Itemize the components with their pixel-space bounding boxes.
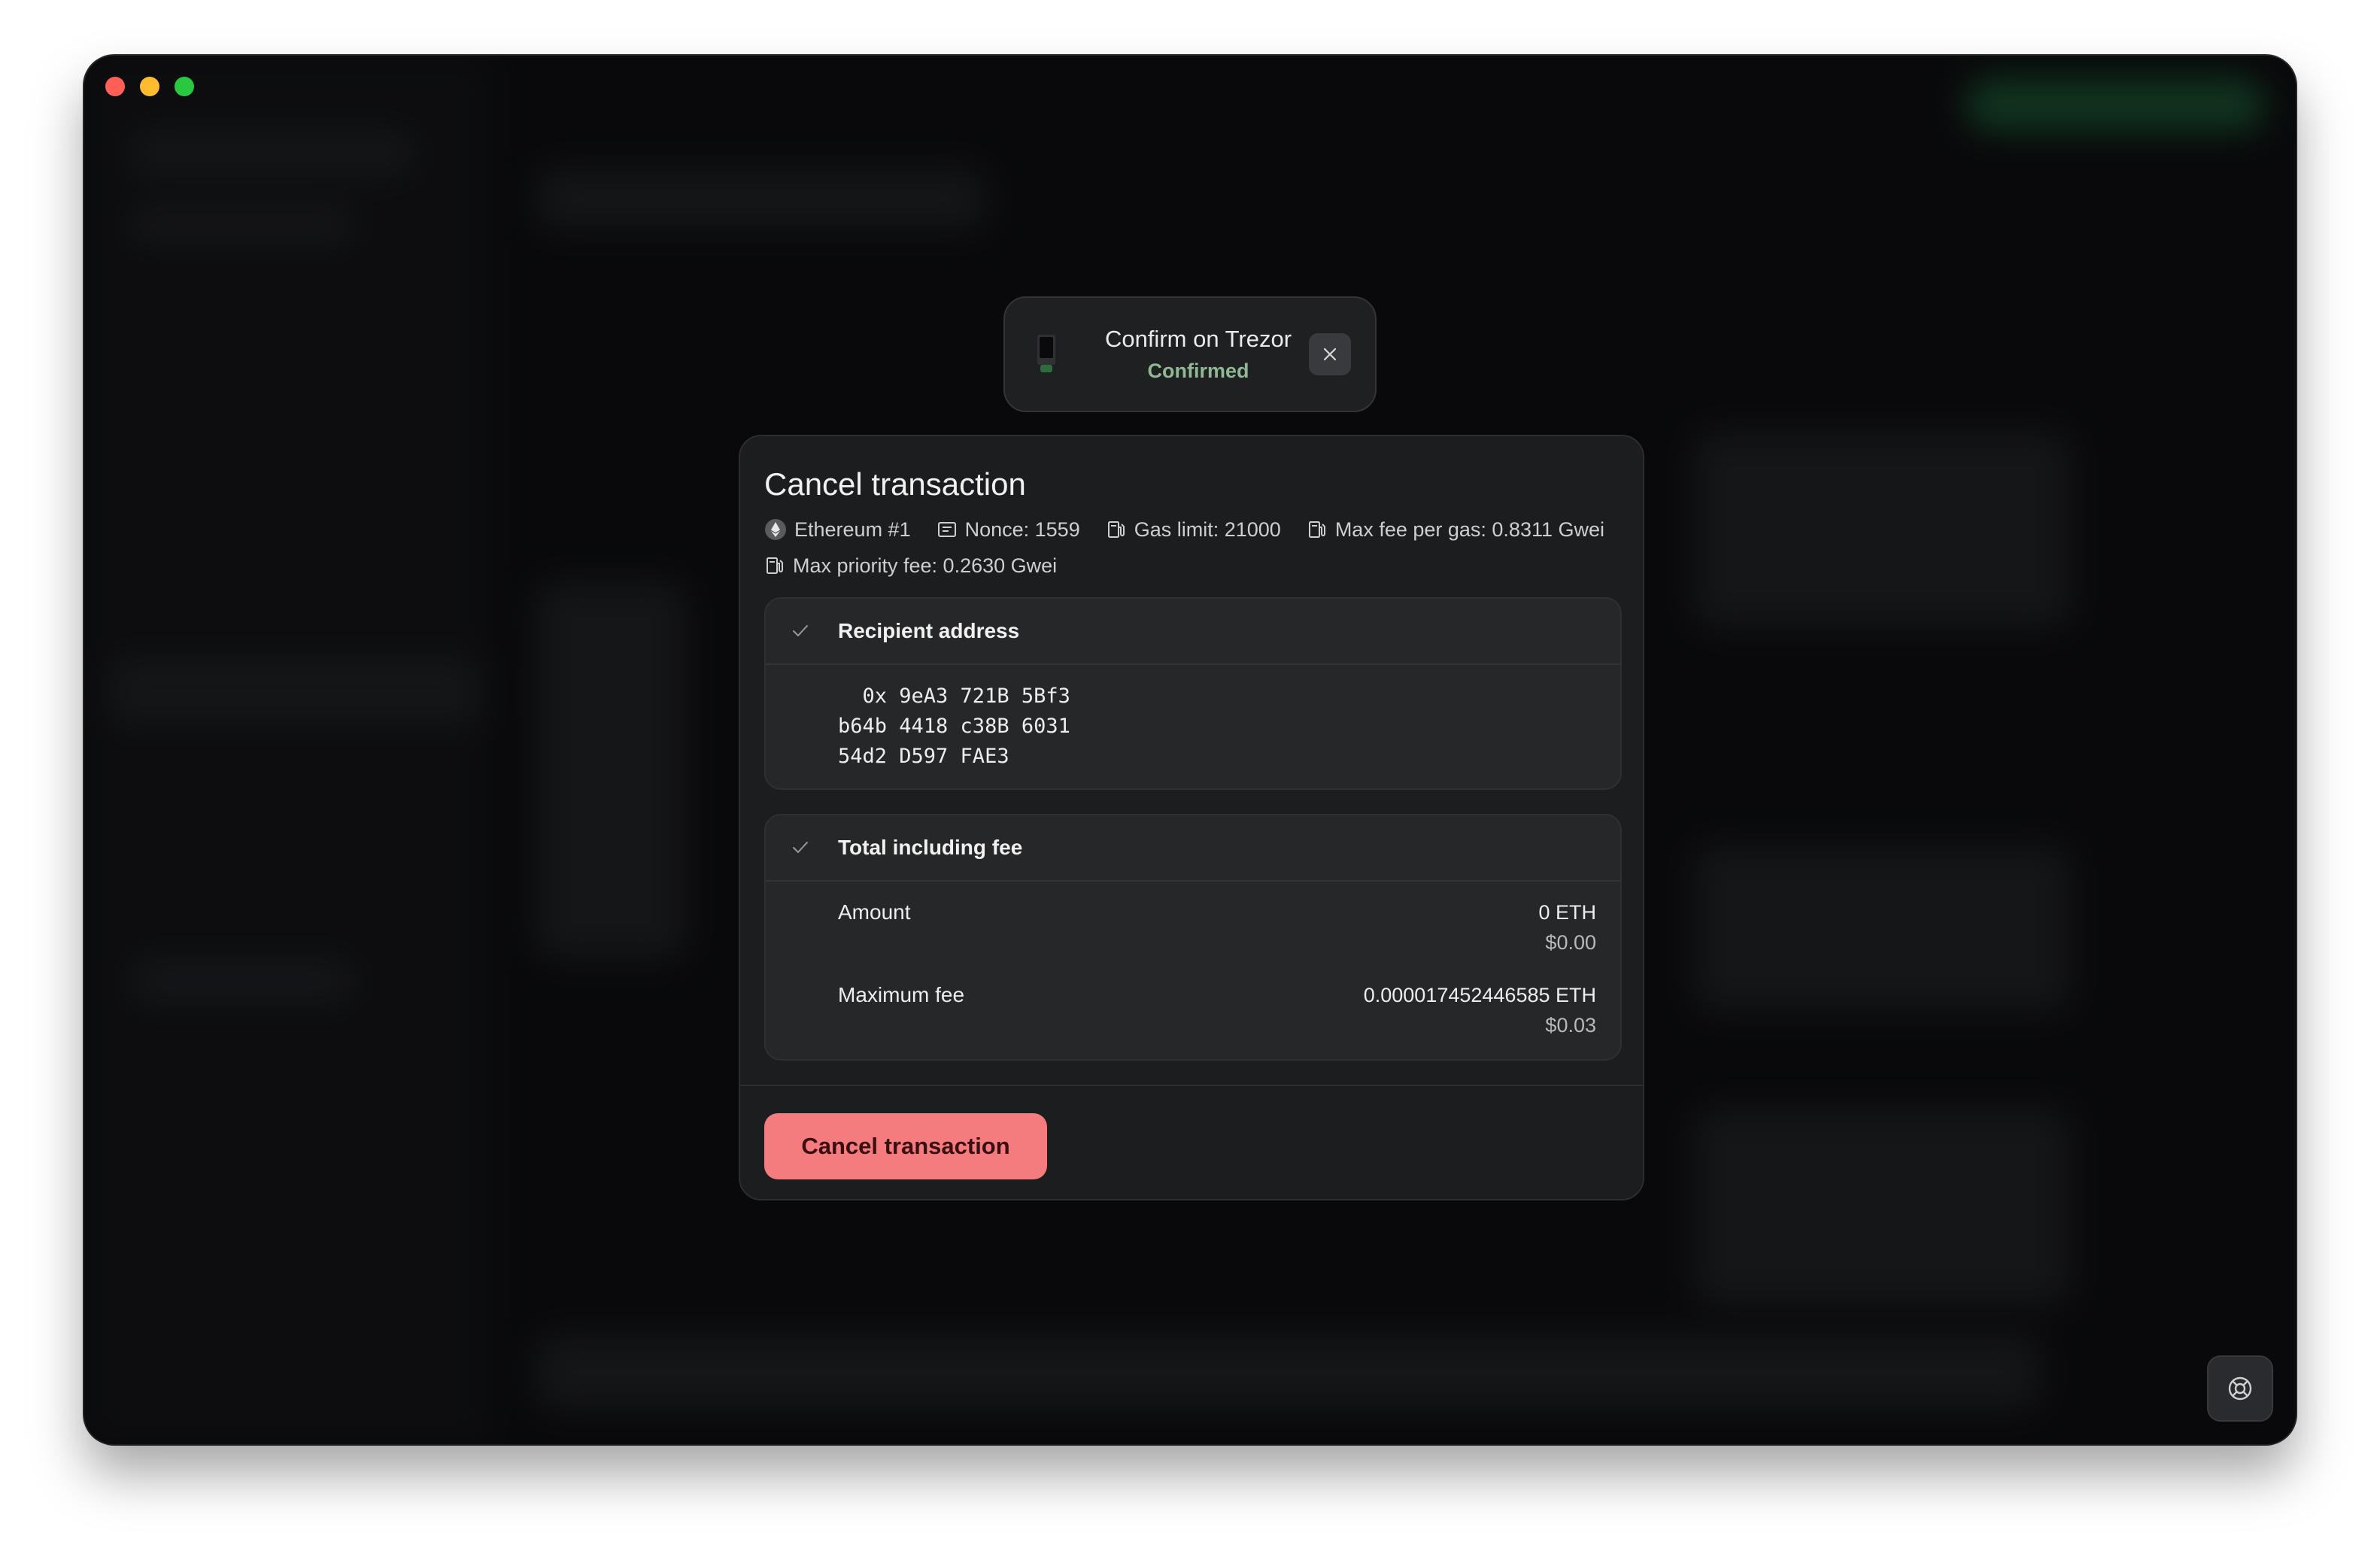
lifebuoy-icon	[2228, 1376, 2252, 1401]
close-window-button[interactable]	[105, 77, 125, 96]
max-fee-row: Maximum fee 0.000017452446585 ETH $0.03	[838, 981, 1596, 1041]
address-line: 0x 9eA3 721B 5Bf3	[838, 684, 1070, 708]
address-line: 54d2 D597 FAE3	[838, 745, 1009, 768]
gas-pump-icon	[1107, 521, 1125, 538]
cancel-transaction-button[interactable]: Cancel transaction	[764, 1113, 1047, 1179]
max-fee-fiat: $0.03	[1545, 1014, 1596, 1036]
cancel-transaction-modal: Cancel transaction Ethereum #1 Nonce: 15…	[739, 435, 1644, 1200]
amount-fiat: $0.00	[1545, 931, 1596, 954]
max-fee-crypto: 0.000017452446585 ETH	[1363, 984, 1596, 1006]
total-panel: Total including fee Amount 0 ETH $0.00 M…	[764, 814, 1622, 1061]
transaction-meta-row: Ethereum #1 Nonce: 1559 Gas limit: 21000	[764, 516, 1630, 543]
meta-account: Ethereum #1	[764, 516, 911, 543]
transaction-meta-row-2: Max priority fee: 0.2630 Gwei	[764, 552, 1082, 579]
meta-gas-limit: Gas limit: 21000	[1106, 516, 1281, 543]
amount-crypto: 0 ETH	[1538, 901, 1596, 924]
help-button[interactable]	[2207, 1355, 2273, 1422]
check-icon	[793, 842, 808, 853]
meta-max-fee-per-gas: Max fee per gas: 0.8311 Gwei	[1307, 516, 1604, 543]
app-window: Confirm on Trezor Confirmed Cancel trans…	[84, 56, 2296, 1444]
toast-status: Confirmed	[1147, 360, 1249, 382]
toast-text: Confirm on Trezor Confirmed	[1088, 323, 1309, 385]
minimize-window-button[interactable]	[140, 77, 159, 96]
amount-row: Amount 0 ETH $0.00	[838, 898, 1596, 958]
gas-pump-icon	[767, 557, 783, 574]
toast-title: Confirm on Trezor	[1104, 326, 1292, 352]
recipient-panel: Recipient address 0x 9eA3 721B 5Bf3 b64b…	[764, 597, 1622, 790]
max-fee-values: 0.000017452446585 ETH $0.03	[1364, 981, 1596, 1040]
address-line: b64b 4418 c38B 6031	[838, 715, 1070, 738]
modal-title: Cancel transaction	[764, 466, 1026, 502]
meta-max-priority-fee: Max priority fee: 0.2630 Gwei	[764, 552, 1057, 579]
gas-pump-icon	[1308, 521, 1325, 538]
receipt-icon	[937, 522, 956, 537]
device-confirm-toast: Confirm on Trezor Confirmed	[1003, 296, 1377, 412]
window-controls	[105, 77, 194, 96]
ethereum-icon	[765, 519, 786, 540]
close-icon	[1323, 348, 1337, 361]
total-label: Total including fee	[838, 836, 1023, 859]
recipient-panel-header: Recipient address	[766, 599, 1620, 665]
check-icon	[793, 625, 808, 636]
meta-nonce: Nonce: 1559	[937, 516, 1080, 543]
toast-close-button[interactable]	[1309, 333, 1351, 375]
maximize-window-button[interactable]	[175, 77, 194, 96]
modal-divider	[740, 1085, 1643, 1086]
amount-values: 0 ETH $0.00	[1538, 898, 1596, 957]
recipient-address: 0x 9eA3 721B 5Bf3 b64b 4418 c38B 6031 54…	[838, 681, 1070, 772]
max-fee-label: Maximum fee	[838, 983, 965, 1006]
amount-label: Amount	[838, 900, 911, 924]
trezor-device-icon	[1037, 335, 1055, 372]
recipient-label: Recipient address	[838, 619, 1020, 642]
total-panel-header: Total including fee	[766, 815, 1620, 882]
